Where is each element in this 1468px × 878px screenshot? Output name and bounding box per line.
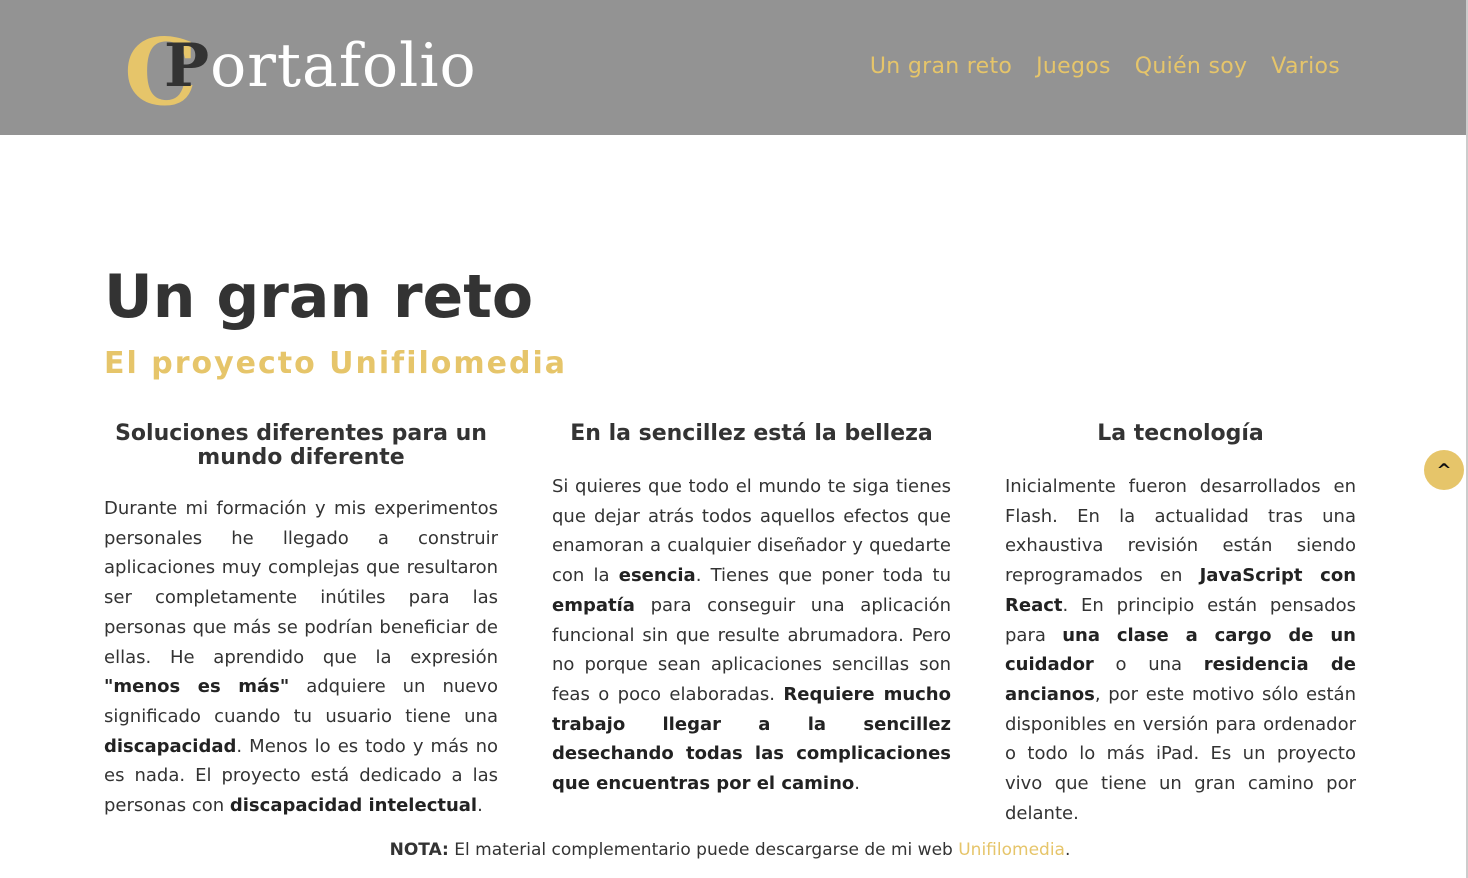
column-sencillez: En la sencillez está la belleza Si quier… [552, 422, 951, 799]
note-end: . [1064, 840, 1071, 860]
emphasis-text: esencia [618, 565, 696, 587]
main-nav: Un gran reto Juegos Quién soy Varios [870, 54, 1340, 79]
body-text: o una [1093, 654, 1204, 676]
nav-link-quien-soy[interactable]: Quién soy [1135, 54, 1248, 79]
body-text: . [854, 773, 861, 795]
note-text: El material complementario puede descarg… [448, 840, 959, 860]
nav-link-varios[interactable]: Varios [1271, 54, 1340, 79]
column-heading: Soluciones diferentes para un mundo dife… [115, 421, 487, 470]
emphasis-text: discapacidad intelectual [229, 795, 478, 817]
column-soluciones: Soluciones diferentes para un mundo dife… [104, 422, 498, 821]
page-subtitle: El proyecto Unifilomedia [104, 346, 568, 381]
logo-wordmark: Portafolio [164, 28, 477, 104]
page-title: Un gran reto [104, 262, 534, 332]
chevron-up-icon: ^ [1436, 459, 1452, 481]
nav-link-juegos[interactable]: Juegos [1036, 54, 1111, 79]
nav-link-un-gran-reto[interactable]: Un gran reto [870, 54, 1012, 79]
footer-note: NOTA: El material complementario puede d… [0, 840, 1460, 860]
note-label: NOTA: [389, 840, 449, 860]
body-text: Durante mi formación y mis experimentos … [104, 498, 498, 668]
logo-rest: ortafolio [210, 31, 477, 101]
column-text: Durante mi formación y mis experimentos … [104, 494, 498, 821]
site-header: C Portafolio Un gran reto Juegos Quién s… [0, 0, 1466, 135]
emphasis-text: discapacidad [104, 735, 237, 757]
column-heading: La tecnología [1097, 421, 1264, 446]
logo-p-letter: P [164, 31, 211, 101]
column-text: Inicialmente fueron desarrollados en Fla… [1005, 472, 1356, 828]
body-text: . [477, 795, 483, 817]
column-heading: En la sencillez está la belleza [570, 421, 933, 446]
scroll-to-top-button[interactable]: ^ [1424, 450, 1464, 490]
unifilomedia-link[interactable]: Unifilomedia [958, 840, 1065, 860]
portafolio-logo[interactable]: C Portafolio [124, 20, 484, 118]
column-text: Si quieres que todo el mundo te siga tie… [552, 472, 951, 799]
column-tecnologia: La tecnología Inicialmente fueron desarr… [1005, 422, 1356, 828]
emphasis-text: "menos es más" [104, 676, 290, 698]
body-text: . Tienes que poner toda tu [695, 565, 951, 587]
emphasis-text: empatía [552, 594, 635, 616]
